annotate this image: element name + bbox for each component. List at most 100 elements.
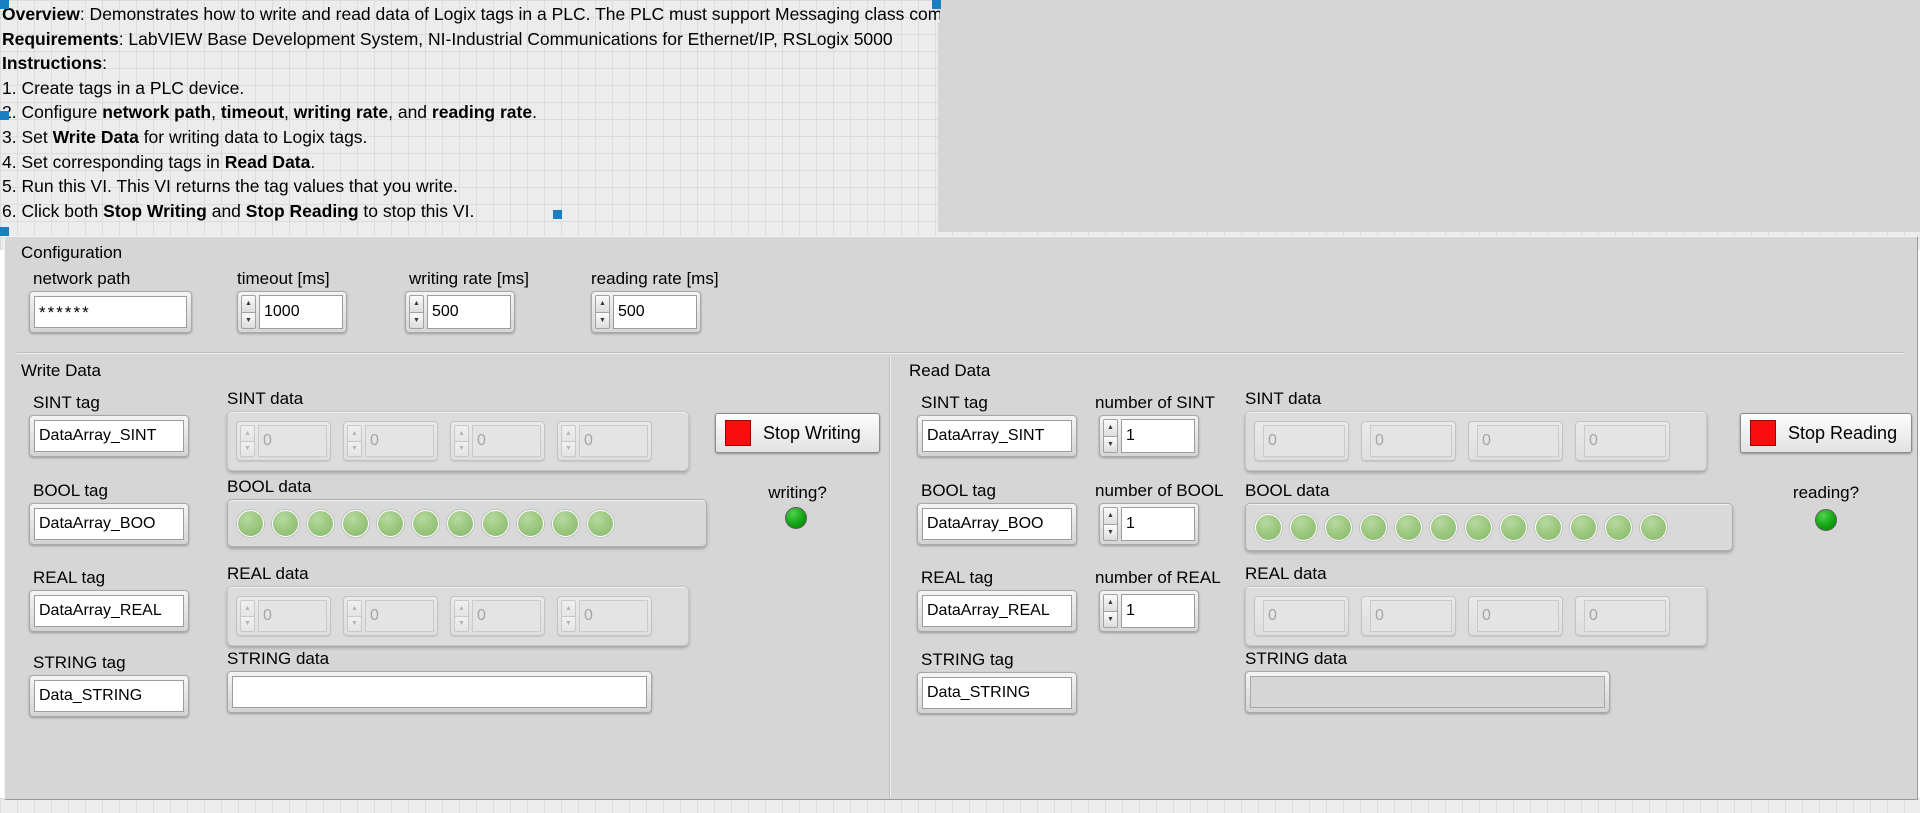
read-real-count-value[interactable]: 1	[1121, 594, 1195, 628]
write-bool-led-9[interactable]	[552, 509, 579, 537]
read-bool-led-4[interactable]	[1395, 513, 1422, 541]
reading-rate-value[interactable]: 500	[613, 295, 697, 329]
read-bool-led-9[interactable]	[1570, 513, 1597, 541]
write-real-tag-label: REAL tag	[33, 568, 106, 587]
read-bool-count-spinner-down-icon[interactable]: ▼	[1103, 523, 1118, 541]
write-real-cell-3-spinner-down-icon: ▼	[561, 615, 576, 632]
stop-reading-button[interactable]: Stop Reading	[1740, 413, 1912, 453]
read-bool-count-value[interactable]: 1	[1121, 507, 1195, 541]
write-sint-cell-2-spinner-up-icon: ▲	[454, 425, 469, 441]
write-bool-led-6[interactable]	[447, 509, 474, 537]
selection-handle-top-left[interactable]	[0, 0, 9, 9]
stop-writing-button[interactable]: Stop Writing	[715, 413, 880, 453]
read-bool-led-5[interactable]	[1430, 513, 1457, 541]
read-sint-count-value[interactable]: 1	[1121, 419, 1195, 453]
writing-rate-value[interactable]: 500	[427, 295, 511, 329]
writing-rate-spinner-icon[interactable]: ▲ ▼	[409, 295, 424, 329]
doc-step-2-a: 2. Configure	[2, 102, 103, 123]
write-real-cell-2-spinner-up-icon: ▲	[454, 600, 469, 616]
write-real-cell-3-value: 0	[579, 600, 648, 632]
write-real-tag-value: DataArray_REAL	[34, 595, 184, 627]
write-bool-led-8[interactable]	[517, 509, 544, 537]
doc-requirements-label: Requirements	[2, 28, 119, 49]
write-sint-cell-1-spinner-down-icon: ▼	[347, 440, 362, 457]
read-bool-tag-value: DataArray_BOO	[922, 508, 1072, 540]
read-bool-tag-input[interactable]: DataArray_BOO	[917, 503, 1077, 545]
doc-step-2-e: .	[532, 102, 537, 123]
write-real-cell-3-spinner-up-icon: ▲	[561, 600, 576, 616]
write-bool-led-0[interactable]	[237, 509, 264, 537]
read-bool-led-1[interactable]	[1290, 513, 1317, 541]
read-real-cell-2: 0	[1468, 596, 1563, 636]
read-bool-led-0[interactable]	[1255, 513, 1282, 541]
timeout-spinner-down-icon[interactable]: ▼	[241, 311, 256, 329]
read-real-count-spinner-down-icon[interactable]: ▼	[1103, 610, 1118, 628]
write-real-cell-0-spinner-down-icon: ▼	[240, 615, 255, 632]
write-string-tag-input[interactable]: Data_STRING	[29, 675, 189, 717]
read-sint-tag-input[interactable]: DataArray_SINT	[917, 415, 1077, 457]
configuration-divider	[17, 352, 1905, 354]
writing-rate-stepper[interactable]: ▲ ▼ 500	[405, 291, 515, 333]
write-real-cell-1-spinner-icon: ▲ ▼	[347, 600, 362, 632]
read-real-tag-input[interactable]: DataArray_REAL	[917, 590, 1077, 632]
write-bool-led-3[interactable]	[342, 509, 369, 537]
read-data-section-title: Read Data	[909, 361, 991, 380]
timeout-stepper[interactable]: ▲ ▼ 1000	[237, 291, 347, 333]
doc-step-4-a: 4. Set corresponding tags in	[2, 151, 225, 172]
reading-status-label: reading?	[1792, 483, 1860, 502]
write-bool-led-10[interactable]	[587, 509, 614, 537]
writing-rate-spinner-down-icon[interactable]: ▼	[409, 311, 424, 329]
timeout-spinner-up-icon[interactable]: ▲	[241, 295, 256, 312]
read-sint-count-spinner-up-icon[interactable]: ▲	[1103, 419, 1118, 436]
write-sint-tag-input[interactable]: DataArray_SINT	[29, 415, 189, 457]
read-real-count-spinner-up-icon[interactable]: ▲	[1103, 594, 1118, 611]
read-real-count-stepper[interactable]: ▲ ▼ 1	[1099, 590, 1199, 632]
network-path-value: ******	[34, 296, 187, 328]
read-bool-led-11[interactable]	[1640, 513, 1667, 541]
selection-handle-bottom-left[interactable]	[0, 227, 9, 236]
read-bool-led-6[interactable]	[1465, 513, 1492, 541]
write-real-cell-2-spinner-down-icon: ▼	[454, 615, 469, 632]
write-bool-data-label: BOOL data	[227, 477, 312, 496]
doc-instructions-label: Instructions	[2, 53, 103, 74]
selection-handle-bottom[interactable]	[553, 210, 562, 219]
read-string-tag-value: Data_STRING	[922, 677, 1072, 709]
write-real-cell-2-value: 0	[472, 600, 541, 632]
timeout-value[interactable]: 1000	[259, 295, 343, 329]
write-bool-led-4[interactable]	[377, 509, 404, 537]
reading-rate-spinner-icon[interactable]: ▲ ▼	[595, 295, 610, 329]
selection-handle-mid-left[interactable]	[0, 111, 9, 120]
doc-step-4-b: .	[310, 151, 316, 172]
reading-rate-spinner-up-icon[interactable]: ▲	[595, 295, 610, 312]
read-bool-led-7[interactable]	[1500, 513, 1527, 541]
write-bool-led-2[interactable]	[307, 509, 334, 537]
read-sint-count-spinner-down-icon[interactable]: ▼	[1103, 435, 1118, 453]
reading-rate-spinner-down-icon[interactable]: ▼	[595, 311, 610, 329]
read-bool-led-3[interactable]	[1360, 513, 1387, 541]
read-sint-count-spinner-icon[interactable]: ▲ ▼	[1103, 419, 1118, 453]
network-path-input[interactable]: ******	[29, 291, 192, 333]
write-bool-led-5[interactable]	[412, 509, 439, 537]
read-sint-count-stepper[interactable]: ▲ ▼ 1	[1099, 415, 1199, 457]
read-bool-count-spinner-icon[interactable]: ▲ ▼	[1103, 507, 1118, 541]
write-real-tag-input[interactable]: DataArray_REAL	[29, 590, 189, 632]
reading-rate-stepper[interactable]: ▲ ▼ 500	[591, 291, 701, 333]
read-real-count-spinner-icon[interactable]: ▲ ▼	[1103, 594, 1118, 628]
write-sint-cell-2-value: 0	[472, 425, 541, 457]
read-bool-led-10[interactable]	[1605, 513, 1632, 541]
read-bool-led-8[interactable]	[1535, 513, 1562, 541]
selection-handle-top-right[interactable]	[932, 0, 941, 9]
read-bool-count-spinner-up-icon[interactable]: ▲	[1103, 507, 1118, 524]
read-string-tag-label: STRING tag	[921, 650, 1014, 669]
read-string-tag-input[interactable]: Data_STRING	[917, 672, 1077, 714]
read-bool-count-stepper[interactable]: ▲ ▼ 1	[1099, 503, 1199, 545]
write-bool-tag-input[interactable]: DataArray_BOO	[29, 503, 189, 545]
doc-overview-text: : Demonstrates how to write and read dat…	[79, 4, 1041, 24]
writing-rate-spinner-up-icon[interactable]: ▲	[409, 295, 424, 312]
timeout-spinner-icon[interactable]: ▲ ▼	[241, 295, 256, 329]
write-string-data-input[interactable]	[227, 671, 652, 713]
write-bool-led-1[interactable]	[272, 509, 299, 537]
read-bool-led-2[interactable]	[1325, 513, 1352, 541]
write-bool-led-7[interactable]	[482, 509, 509, 537]
network-path-label: network path	[33, 269, 131, 288]
